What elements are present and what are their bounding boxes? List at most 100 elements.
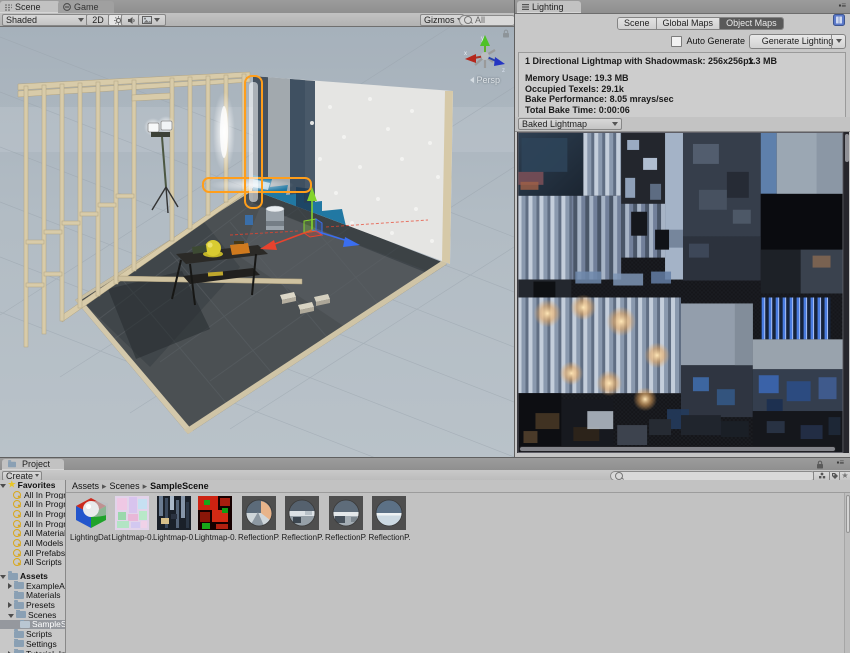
gizmos-dropdown[interactable]: Gizmos — [420, 14, 464, 26]
breadcrumb-separator: ▸ — [102, 481, 107, 492]
asset-label: Lightmap-0... — [153, 533, 194, 542]
baked-lightmap-dropdown[interactable]: Baked Lightmap — [518, 118, 622, 130]
tab-maps-object[interactable]: Object Maps — [720, 18, 783, 29]
lighting-panel: Lighting ▪≡ Scene Global Maps Object Map… — [515, 0, 850, 457]
foldout-open-icon[interactable] — [0, 484, 6, 488]
favorite-item[interactable]: All Materials — [0, 528, 65, 538]
breadcrumb-scenes[interactable]: Scenes — [110, 481, 140, 491]
saved-search-icon — [13, 520, 21, 528]
tab-scene-label: Scene — [15, 1, 41, 13]
tab-project[interactable]: Project — [2, 459, 64, 470]
asset-lightmap-light[interactable]: Lightmap-0... — [153, 496, 194, 542]
panel-menu-icon[interactable]: ▪≡ — [838, 2, 846, 10]
create-button[interactable]: Create — [2, 471, 42, 481]
breadcrumb-assets[interactable]: Assets — [72, 481, 99, 491]
asset-reflectionprobe-1[interactable]: ReflectionP... — [282, 496, 323, 542]
lightmap-preview[interactable] — [517, 132, 844, 453]
asset-lightmap-dir[interactable]: Lightmap-0... — [112, 496, 153, 542]
assets-root[interactable]: Assets — [0, 571, 65, 581]
lightmap-summary-text: 1 Directional Lightmap with Shadowmask: … — [525, 56, 754, 66]
asset-reflectionprobe-0[interactable]: ReflectionP... — [238, 496, 279, 542]
preview-mode-label: Baked Lightmap — [522, 119, 610, 129]
foldout-open-icon[interactable] — [8, 614, 14, 618]
favorite-item[interactable]: All In Progress — [0, 499, 65, 509]
shading-mode-dropdown[interactable]: Shaded — [2, 14, 88, 26]
search-icon — [615, 472, 623, 480]
tree-item-scenes[interactable]: Scenes — [0, 610, 65, 620]
scene-tabbar: Scene Game — [0, 0, 514, 14]
breadcrumb-samplescene[interactable]: SampleScene — [150, 481, 209, 491]
tree-item-settings[interactable]: Settings — [0, 639, 65, 649]
content-vscroll-thumb[interactable] — [846, 495, 850, 533]
tree-item-scripts[interactable]: Scripts — [0, 629, 65, 639]
shadowmask-texture-icon — [198, 496, 232, 530]
tree-item-presets[interactable]: Presets — [0, 600, 65, 610]
projection-label: Persp — [476, 75, 500, 85]
tab-lighting[interactable]: Lighting — [517, 1, 581, 13]
gizmos-label: Gizmos — [424, 15, 455, 25]
folder-icon — [14, 631, 24, 638]
folder-icon — [8, 573, 18, 580]
generate-lighting-button[interactable]: Generate Lighting — [749, 34, 846, 49]
favorites-filter-button[interactable]: ★ — [839, 471, 850, 481]
lock-icon[interactable] — [502, 29, 510, 38]
tree-item-materials[interactable]: Materials — [0, 591, 65, 601]
asset-lightingdata[interactable]: LightingData — [70, 496, 111, 542]
orientation-gizmo[interactable]: y x z — [462, 32, 508, 78]
generate-options-dropdown[interactable] — [831, 35, 845, 48]
tree-item-samplescene-selected[interactable]: SampleScene — [0, 620, 65, 630]
z-axis-label: z — [502, 68, 505, 74]
saved-search-icon — [13, 491, 21, 499]
tab-maps-global[interactable]: Global Maps — [657, 18, 721, 29]
favorite-item[interactable]: All Models — [0, 538, 65, 548]
favorite-item[interactable]: All Scripts — [0, 558, 65, 568]
project-search-input[interactable] — [610, 471, 816, 481]
scene-toolbar: Shaded 2D — [0, 13, 514, 27]
lock-icon[interactable] — [816, 460, 824, 469]
favorite-item[interactable]: All In Progress — [0, 490, 65, 500]
favorite-item[interactable]: All In Progress — [0, 519, 65, 529]
folder-icon — [14, 582, 24, 589]
folder-icon — [20, 621, 30, 628]
favorite-item[interactable]: All Prefabs — [0, 548, 65, 558]
star-icon: ★ — [8, 480, 16, 490]
asset-label: Lightmap-0... — [195, 533, 236, 542]
tab-maps-scene[interactable]: Scene — [618, 18, 657, 29]
preview-hscroll-thumb[interactable] — [520, 447, 835, 451]
panel-menu-icon[interactable]: ▪≡ — [836, 459, 844, 467]
scene-viewport[interactable]: y x z Persp — [0, 27, 514, 457]
tree-item-exampleassets[interactable]: ExampleAssets — [0, 581, 65, 591]
folder-icon — [14, 640, 24, 647]
auto-generate-checkbox[interactable] — [671, 36, 682, 47]
asset-reflectionprobe-2[interactable]: ReflectionP... — [325, 496, 366, 542]
asset-lightmap-shadowmask[interactable]: Lightmap-0... — [195, 496, 236, 542]
foldout-icon[interactable] — [8, 602, 12, 608]
help-book-icon[interactable] — [833, 14, 845, 26]
scene-3d-canvas[interactable] — [0, 27, 514, 457]
scene-effects-dropdown[interactable] — [138, 14, 166, 26]
preview-hscrollbar[interactable] — [519, 446, 836, 452]
favorites-root[interactable]: ★ Favorites — [0, 480, 65, 490]
foldout-open-icon[interactable] — [0, 575, 6, 579]
favorite-item[interactable]: All In Progress — [0, 509, 65, 519]
lighting-maps-tabs: Scene Global Maps Object Maps — [617, 17, 784, 30]
preview-vscrollbar[interactable] — [844, 132, 849, 453]
tree-item-tutorialinfo[interactable]: Tutorial_Info — [0, 649, 65, 653]
tab-game[interactable]: Game — [58, 1, 114, 13]
baked-lightmap-texture-icon — [157, 496, 191, 530]
foldout-icon[interactable] — [8, 583, 12, 589]
z-axis-cone — [494, 57, 505, 66]
content-vscrollbar[interactable] — [844, 493, 850, 653]
project-content: Assets ▸ Scenes ▸ SampleScene LightingDa… — [66, 480, 850, 653]
asset-reflectionprobe-3[interactable]: ReflectionP... — [369, 496, 410, 542]
lighting-tabbar: Lighting ▪≡ — [515, 0, 850, 14]
preview-vscroll-thumb[interactable] — [845, 134, 849, 162]
2d-toggle-button[interactable]: 2D — [86, 14, 110, 26]
chevron-left-icon — [470, 77, 474, 83]
projection-toggle[interactable]: Persp — [470, 75, 500, 85]
scene-search-input[interactable]: All — [459, 15, 514, 26]
breadcrumb-separator: ▸ — [143, 481, 148, 492]
chevron-down-icon — [154, 18, 160, 22]
tab-scene[interactable]: Scene — [0, 1, 60, 13]
lighting-data-asset-icon — [74, 496, 108, 530]
